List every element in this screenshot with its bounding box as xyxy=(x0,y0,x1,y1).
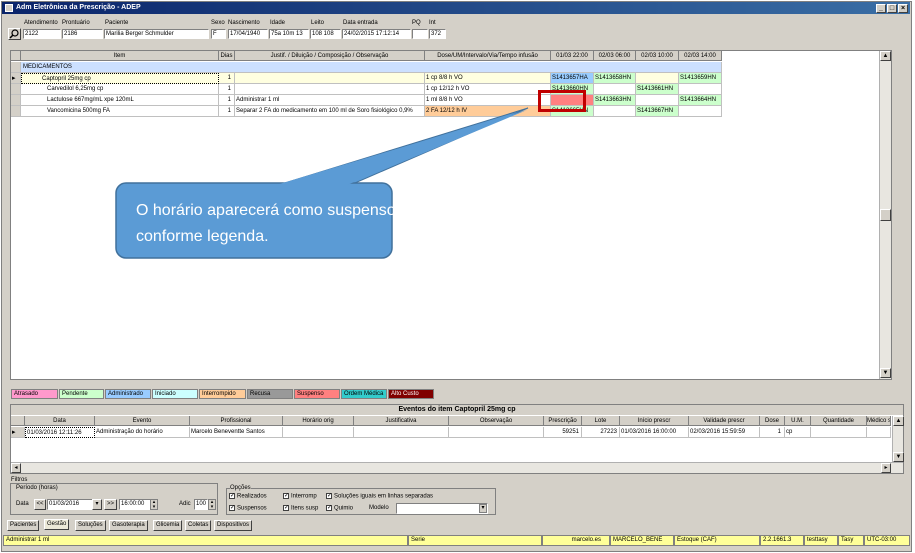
events-col-data[interactable]: Data xyxy=(25,416,95,426)
legend-interrompido: Interrompido xyxy=(199,389,246,399)
events-col-observacao[interactable]: Observação xyxy=(449,416,544,426)
event-quantidade-cell[interactable] xyxy=(811,427,867,438)
data-label: Data xyxy=(16,501,29,507)
event-data-cell[interactable]: 01/03/2016 12:11:26 xyxy=(25,427,95,438)
events-col-profissional[interactable]: Profissional xyxy=(190,416,283,426)
event-evento-cell[interactable]: Administração do horário xyxy=(95,427,190,438)
event-horario-cell[interactable] xyxy=(283,427,354,438)
legend-administrado: Administrado xyxy=(105,389,151,399)
date-field[interactable]: 01/03/2016 xyxy=(47,499,93,510)
event-lote-cell[interactable]: 27223 xyxy=(582,427,620,438)
status-name: MARCELO_BENE xyxy=(610,535,674,546)
tab-gestao[interactable]: Gestão xyxy=(44,519,70,530)
event-medico-cell[interactable] xyxy=(867,427,891,438)
checkbox-icon[interactable]: ✓ xyxy=(229,493,235,499)
status-app: Tasy xyxy=(838,535,864,546)
tab-gasoterapia[interactable]: Gasoterapia xyxy=(109,520,148,531)
status-base: testtasy xyxy=(804,535,838,546)
events-col-um[interactable]: U.M. xyxy=(785,416,811,426)
checkbox-label: Itens susp xyxy=(291,505,319,512)
events-col-evento[interactable]: Evento xyxy=(95,416,190,426)
status-timezone: UTC-03:00 xyxy=(864,535,910,546)
checkbox-realizados[interactable]: ✓ Realizados xyxy=(229,493,267,500)
status-serie: Serie xyxy=(408,535,542,546)
checkbox-solucoes-iguais[interactable]: ✓ Soluções iguais em linhas separadas xyxy=(326,493,433,500)
events-horizontal-scrollbar[interactable]: ◂ ▸ xyxy=(11,462,903,473)
time-spinner[interactable]: ▴ ▾ xyxy=(150,499,158,510)
events-col-justificativa[interactable]: Justificativa xyxy=(354,416,449,426)
legend-ordem-medica: Ordem Médica xyxy=(341,389,387,399)
events-col-medico[interactable]: Médico se xyxy=(867,416,891,426)
next-period-button[interactable]: >> xyxy=(104,499,117,510)
prev-period-button[interactable]: << xyxy=(34,499,46,510)
modelo-select[interactable] xyxy=(396,503,488,514)
events-vertical-scrollbar[interactable]: ▲ ▼ xyxy=(892,416,904,462)
status-version: 2.2.1661.3 xyxy=(760,535,804,546)
checkbox-label: Interromp xyxy=(291,493,317,500)
opcoes-title: Opções xyxy=(230,485,251,491)
events-col-horario[interactable]: Horário orig xyxy=(283,416,354,426)
legend-recusa: Recusa xyxy=(247,389,293,399)
legend-suspenso: Suspenso xyxy=(294,389,340,399)
event-dose-cell[interactable]: 1 xyxy=(760,427,785,438)
modelo-label: Modelo xyxy=(369,505,389,511)
events-col-dose[interactable]: Dose xyxy=(760,416,785,426)
event-justificativa-cell[interactable] xyxy=(354,427,449,438)
events-col-validade[interactable]: Validade prescr xyxy=(689,416,760,426)
legend-iniciado: Iniciado xyxy=(152,389,198,399)
event-um-cell[interactable]: cp xyxy=(785,427,811,438)
tab-pacientes[interactable]: Pacientes xyxy=(7,520,40,531)
checkbox-interromp[interactable]: ✓ Interromp xyxy=(283,493,317,500)
calendar-dropdown-button[interactable]: ▾ xyxy=(92,499,102,510)
checkbox-icon[interactable]: ✓ xyxy=(283,505,289,511)
callout-text: O horário aparecerá como suspenso confor… xyxy=(136,202,396,245)
events-scroll-right-button[interactable]: ▸ xyxy=(881,463,891,473)
event-profissional-cell[interactable]: Marcelo Beneventte Santos xyxy=(190,427,283,438)
events-row-indicator-header xyxy=(11,416,25,426)
event-observacao-cell[interactable] xyxy=(449,427,544,438)
events-scroll-up-button[interactable]: ▲ xyxy=(893,416,904,426)
legend-alto-custo: Alto Custo xyxy=(388,389,434,399)
events-col-inicio[interactable]: Início prescr xyxy=(620,416,689,426)
tab-glicemia[interactable]: Glicemia xyxy=(153,520,183,531)
legend-pendente: Pendente xyxy=(59,389,104,399)
checkbox-icon[interactable]: ✓ xyxy=(326,505,332,511)
checkbox-suspensos[interactable]: ✓ Suspensos xyxy=(229,505,267,512)
events-title: Eventos do item Captopril 25mg cp xyxy=(11,405,903,415)
events-current-row-indicator: ▸ xyxy=(11,427,25,438)
chevron-down-icon[interactable]: ▾ xyxy=(479,504,487,513)
checkbox-label: Suspensos xyxy=(237,505,267,512)
adic-spinner[interactable]: ▴ ▾ xyxy=(208,499,216,510)
checkbox-icon[interactable]: ✓ xyxy=(229,505,235,511)
status-item-description: Administrar 1 ml xyxy=(3,535,408,546)
checkbox-label: Realizados xyxy=(237,493,267,500)
event-validade-cell[interactable]: 02/03/2016 15:59:59 xyxy=(689,427,760,438)
checkbox-itens-susp[interactable]: ✓ Itens susp xyxy=(283,505,318,512)
tab-dispositivos[interactable]: Dispositivos xyxy=(214,520,253,531)
events-scroll-left-button[interactable]: ◂ xyxy=(11,463,21,473)
events-col-quantidade[interactable]: Quantidade xyxy=(811,416,867,426)
event-prescricao-cell[interactable]: 59251 xyxy=(544,427,582,438)
checkbox-icon[interactable]: ✓ xyxy=(283,493,289,499)
status-user: marcelo.es xyxy=(542,535,610,546)
tab-coletas[interactable]: Coletas xyxy=(185,520,212,531)
checkbox-label: Quimio xyxy=(334,505,354,512)
events-col-prescricao[interactable]: Prescrição xyxy=(544,416,582,426)
legend-atrasado: Atrasado xyxy=(11,389,58,399)
adic-label: Adic xyxy=(179,501,191,507)
checkbox-label: Soluções iguais em linhas separadas xyxy=(334,493,434,500)
event-inicio-cell[interactable]: 01/03/2016 16:00:00 xyxy=(620,427,689,438)
adic-field[interactable]: 100 xyxy=(194,499,208,510)
checkbox-icon[interactable]: ✓ xyxy=(326,493,332,499)
status-estoque: Estoque (CAF) xyxy=(674,535,760,546)
time-field[interactable]: 16:00:00 xyxy=(119,499,151,510)
periodo-label: Período (horas) xyxy=(16,485,58,491)
events-col-lote[interactable]: Lote xyxy=(582,416,620,426)
checkbox-quimio[interactable]: ✓ Quimio xyxy=(326,505,353,512)
events-scroll-down-button[interactable]: ▼ xyxy=(893,452,904,462)
tab-solucoes[interactable]: Soluções xyxy=(75,520,106,531)
